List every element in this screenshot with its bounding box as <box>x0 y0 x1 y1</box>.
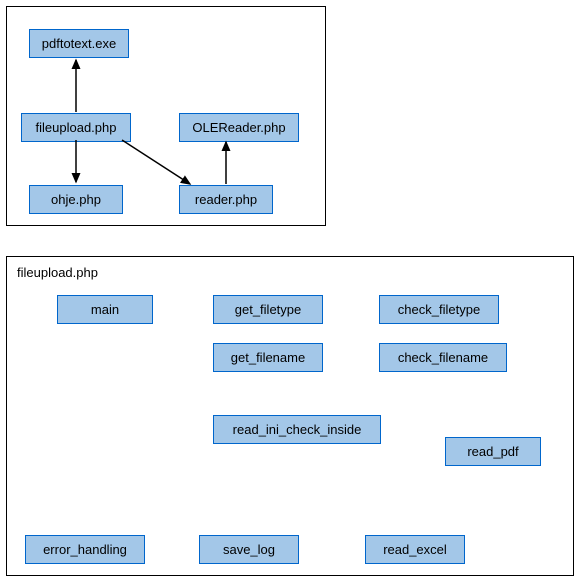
node-label: error_handling <box>43 542 127 557</box>
node-error-handling: error_handling <box>25 535 145 564</box>
node-label: get_filetype <box>235 302 302 317</box>
node-get-filetype: get_filetype <box>213 295 323 324</box>
node-main: main <box>57 295 153 324</box>
node-label: get_filename <box>231 350 305 365</box>
title-text: fileupload.php <box>17 265 98 280</box>
node-label: main <box>91 302 119 317</box>
container-title: fileupload.php <box>17 265 98 280</box>
node-read-ini-check-inside: read_ini_check_inside <box>213 415 381 444</box>
node-check-filetype: check_filetype <box>379 295 499 324</box>
node-save-log: save_log <box>199 535 299 564</box>
bottom-container: fileupload.php main get_filetype check_f… <box>6 256 574 576</box>
node-label: read_excel <box>383 542 447 557</box>
node-label: save_log <box>223 542 275 557</box>
node-read-pdf: read_pdf <box>445 437 541 466</box>
node-label: check_filename <box>398 350 488 365</box>
node-check-filename: check_filename <box>379 343 507 372</box>
node-read-excel: read_excel <box>365 535 465 564</box>
node-get-filename: get_filename <box>213 343 323 372</box>
node-label: read_pdf <box>467 444 518 459</box>
node-label: read_ini_check_inside <box>233 422 362 437</box>
node-label: check_filetype <box>398 302 480 317</box>
